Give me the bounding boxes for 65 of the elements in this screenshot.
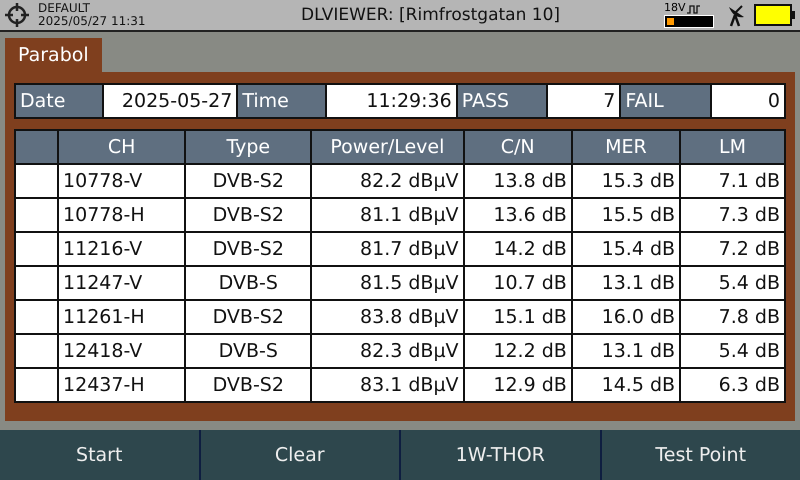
table-cell: 13.8 dB — [464, 164, 572, 198]
table-cell: 16.0 dB — [572, 300, 680, 334]
column-header: Type — [185, 130, 312, 164]
info-value: 2025-05-27 — [104, 85, 236, 117]
table-cell: 12437-H — [58, 368, 186, 402]
window-title: DLVIEWER: [Rimfrostgatan 10] — [300, 5, 562, 25]
voltage-meter — [664, 15, 714, 28]
table-cell: 10778-H — [58, 198, 186, 232]
table-cell: DVB-S2 — [185, 198, 312, 232]
column-header: LM — [680, 130, 785, 164]
table-cell: 5.4 dB — [680, 266, 785, 300]
table-cell: 11216-V — [58, 232, 186, 266]
table-cell: 12418-V — [58, 334, 186, 368]
table-cell: 12.9 dB — [464, 368, 572, 402]
table-cell: 11261-H — [58, 300, 186, 334]
table-cell: 83.1 dBµV — [311, 368, 464, 402]
table-cell: DVB-S — [185, 266, 312, 300]
table-cell: 10.7 dB — [464, 266, 572, 300]
table-cell: 13.1 dB — [572, 334, 680, 368]
table-cell: 13.6 dB — [464, 198, 572, 232]
table-cell: 81.7 dBµV — [311, 232, 464, 266]
table-cell: 10778-V — [58, 164, 186, 198]
table-cell: DVB-S2 — [185, 300, 312, 334]
column-header: C/N — [464, 130, 572, 164]
table-cell: 81.1 dBµV — [311, 198, 464, 232]
table-cell: 15.3 dB — [572, 164, 680, 198]
tab[interactable]: Parabol — [5, 38, 102, 72]
info-value: 0 — [712, 85, 784, 117]
table-cell: 12.2 dB — [464, 334, 572, 368]
column-header: MER — [572, 130, 680, 164]
table-cell: 11247-V — [58, 266, 186, 300]
table-cell: 13.1 dB — [572, 266, 680, 300]
info-label: Time — [238, 85, 324, 117]
battery-icon — [754, 4, 796, 26]
table-cell: 15.1 dB — [464, 300, 572, 334]
column-header: Power/Level — [311, 130, 464, 164]
table-cell: 83.8 dBµV — [311, 300, 464, 334]
satellite-dish-icon — [726, 3, 746, 27]
table-cell: 7.3 dB — [680, 198, 785, 232]
info-label: FAIL — [621, 85, 710, 117]
voltage-label: 18V — [664, 2, 686, 14]
table-cell: DVB-S2 — [185, 368, 312, 402]
info-label: Date — [16, 85, 102, 117]
table-cell: 6.3 dB — [680, 368, 785, 402]
table-cell: 81.5 dBµV — [311, 266, 464, 300]
column-header: CH — [58, 130, 186, 164]
date-time: 2025/05/27 11:31 — [38, 15, 147, 28]
table-cell: 82.3 dBµV — [311, 334, 464, 368]
pulse-icon — [686, 5, 701, 14]
info-value: 7 — [548, 85, 620, 117]
table-cell: DVB-S2 — [185, 232, 312, 266]
table-cell: DVB-S2 — [185, 164, 312, 198]
table-cell: 7.8 dB — [680, 300, 785, 334]
info-value: 11:29:36 — [326, 85, 456, 117]
profile-name: DEFAULT — [38, 2, 91, 15]
table-cell: DVB-S — [185, 334, 312, 368]
info-label: PASS — [458, 85, 546, 117]
table-cell: 15.4 dB — [572, 232, 680, 266]
table-cell: 14.5 dB — [572, 368, 680, 402]
table-cell: 15.5 dB — [572, 198, 680, 232]
table-cell: 7.1 dB — [680, 164, 785, 198]
table-cell: 82.2 dBµV — [311, 164, 464, 198]
table-cell: 7.2 dB — [680, 232, 785, 266]
table-cell: 5.4 dB — [680, 334, 785, 368]
table-cell: 14.2 dB — [464, 232, 572, 266]
